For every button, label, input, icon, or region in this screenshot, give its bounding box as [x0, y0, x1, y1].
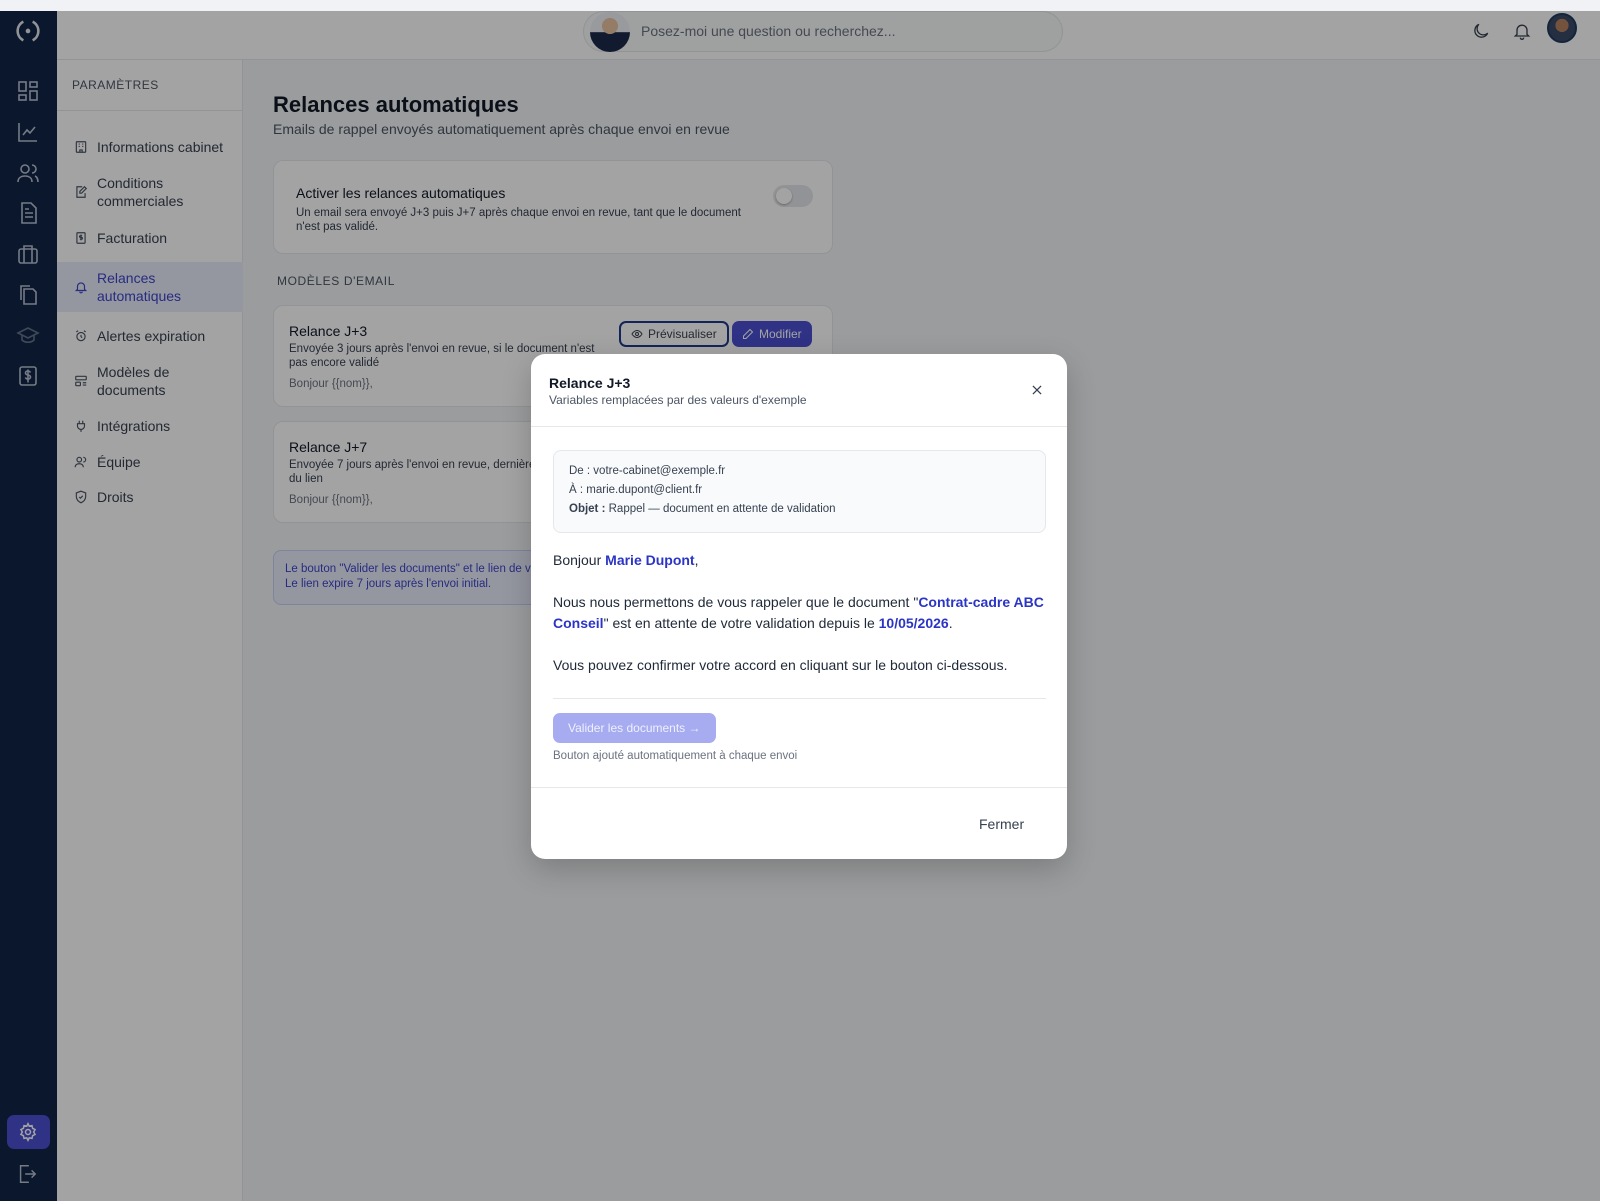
validate-documents-button[interactable]: Valider les documents → [553, 713, 716, 743]
email-greeting: Bonjour Marie Dupont, [553, 552, 699, 568]
email-paragraph-1: Nous nous permettons de vous rappeler qu… [553, 594, 1044, 631]
email-paragraph-2: Vous pouvez confirmer votre accord en cl… [553, 657, 1008, 673]
validate-note: Bouton ajouté automatiquement à chaque e… [553, 750, 798, 762]
modal-title: Relance J+3 [549, 375, 631, 391]
email-subject-line: Objet : Rappel — document en attente de … [569, 503, 836, 515]
email-to: marie.dupont@client.fr [586, 484, 703, 496]
recipient-name: Marie Dupont [605, 552, 695, 568]
email-to-line: À : marie.dupont@client.fr [569, 484, 703, 496]
modal-divider [531, 426, 1067, 427]
modal-subtitle: Variables remplacées par des valeurs d'e… [549, 393, 807, 407]
email-from: votre-cabinet@exemple.fr [593, 465, 726, 477]
close-icon[interactable] [1030, 383, 1044, 397]
pending-date: 10/05/2026 [878, 615, 949, 631]
close-button[interactable]: Fermer [979, 816, 1024, 832]
window-top-strip [0, 0, 1600, 11]
email-header-box: De : votre-cabinet@exemple.fr À : marie.… [553, 450, 1046, 533]
email-from-line: De : votre-cabinet@exemple.fr [569, 465, 726, 477]
preview-modal: Relance J+3 Variables remplacées par des… [531, 354, 1067, 859]
email-subject: Rappel — document en attente de validati… [608, 503, 836, 515]
email-divider [553, 698, 1046, 699]
modal-footer-divider [531, 787, 1067, 788]
